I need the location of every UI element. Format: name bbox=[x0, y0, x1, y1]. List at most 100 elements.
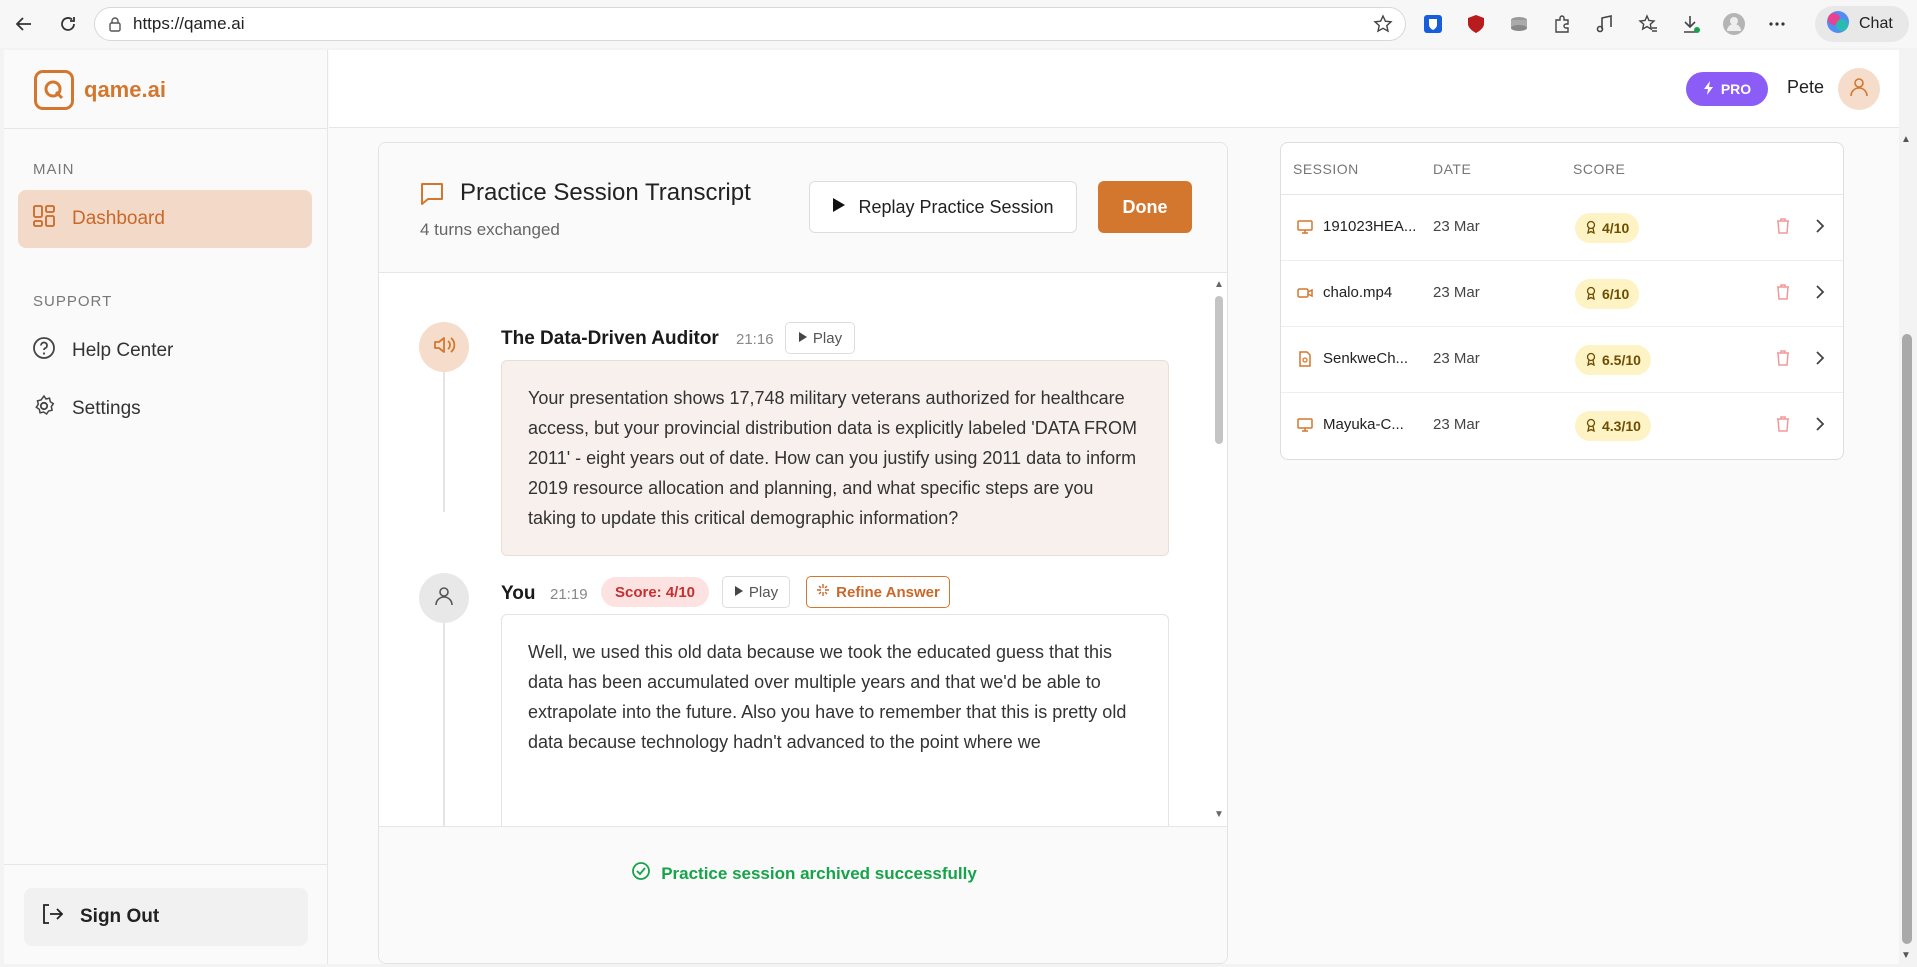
award-icon bbox=[1585, 286, 1597, 303]
thread-line bbox=[443, 372, 445, 512]
user-name: Pete bbox=[1787, 77, 1825, 97]
sparkle-icon bbox=[816, 583, 830, 601]
speaker-icon bbox=[432, 333, 456, 362]
session-score: 6.5/10 bbox=[1575, 345, 1651, 375]
chevron-right-icon[interactable] bbox=[1815, 350, 1825, 371]
session-score: 6/10 bbox=[1575, 279, 1640, 309]
shield-extension-icon[interactable] bbox=[1461, 9, 1491, 39]
message-time: 21:16 bbox=[736, 331, 774, 348]
browser-toolbar: https://qame.ai Chat bbox=[0, 0, 1917, 48]
scroll-up-icon[interactable]: ▲ bbox=[1901, 134, 1911, 145]
transcript-messages[interactable]: The Data-Driven Auditor 21:16 Play Your … bbox=[379, 274, 1227, 826]
table-row[interactable]: SenkweCh... 23 Mar 6.5/10 bbox=[1281, 327, 1843, 393]
message-author: You bbox=[501, 583, 536, 604]
trash-icon[interactable] bbox=[1775, 349, 1791, 372]
play-audio-button[interactable]: Play bbox=[722, 576, 790, 608]
column-header-date: DATE bbox=[1433, 161, 1472, 177]
url-text: https://qame.ai bbox=[133, 14, 245, 33]
database-extension-icon[interactable] bbox=[1504, 9, 1534, 39]
profile-icon[interactable] bbox=[1719, 9, 1749, 39]
transcript-title: Practice Session Transcript bbox=[460, 179, 751, 206]
address-bar[interactable]: https://qame.ai bbox=[94, 7, 1406, 41]
table-row[interactable]: chalo.mp4 23 Mar 6/10 bbox=[1281, 261, 1843, 327]
divider bbox=[4, 128, 328, 129]
sidebar-item-settings[interactable]: Settings bbox=[18, 380, 312, 438]
trash-icon[interactable] bbox=[1775, 415, 1791, 438]
score-badge: Score: 4/10 bbox=[601, 577, 709, 607]
scroll-up-icon[interactable]: ▲ bbox=[1214, 280, 1224, 290]
award-icon bbox=[1585, 220, 1597, 237]
session-date: 23 Mar bbox=[1433, 350, 1480, 367]
chat-bubble-icon bbox=[419, 181, 445, 212]
speaker-avatar bbox=[419, 322, 469, 372]
copilot-chat-button[interactable]: Chat bbox=[1815, 6, 1909, 42]
column-header-session: SESSION bbox=[1293, 161, 1359, 177]
video-icon bbox=[1297, 285, 1313, 306]
table-row[interactable]: Mayuka-C... 23 Mar 4.3/10 bbox=[1281, 393, 1843, 459]
trash-icon[interactable] bbox=[1775, 217, 1791, 240]
sidebar-item-label: Settings bbox=[72, 398, 141, 419]
logo-icon bbox=[34, 70, 74, 110]
user-icon bbox=[433, 585, 455, 612]
session-date: 23 Mar bbox=[1433, 416, 1480, 433]
chevron-right-icon[interactable] bbox=[1815, 218, 1825, 239]
session-date: 23 Mar bbox=[1433, 284, 1480, 301]
more-menu-icon[interactable] bbox=[1762, 9, 1792, 39]
user-avatar[interactable] bbox=[1838, 68, 1880, 110]
scroll-down-icon[interactable]: ▼ bbox=[1901, 950, 1911, 961]
check-circle-icon bbox=[631, 861, 651, 886]
top-bar: PRO Pete bbox=[329, 50, 1899, 128]
sidebar-item-label: Help Center bbox=[72, 340, 174, 361]
award-icon bbox=[1585, 418, 1597, 435]
play-icon bbox=[832, 197, 846, 218]
replay-session-button[interactable]: Replay Practice Session bbox=[809, 181, 1077, 233]
sidebar-item-help-center[interactable]: Help Center bbox=[18, 322, 312, 380]
table-row[interactable]: 191023HEA... 23 Mar 4/10 bbox=[1281, 195, 1843, 261]
trash-icon[interactable] bbox=[1775, 283, 1791, 306]
divider bbox=[4, 864, 328, 865]
favorite-star-icon[interactable] bbox=[1373, 14, 1393, 39]
column-header-score: SCORE bbox=[1573, 161, 1626, 177]
chevron-right-icon[interactable] bbox=[1815, 284, 1825, 305]
transcript-footer: Practice session archived successfully bbox=[379, 826, 1227, 963]
session-date: 23 Mar bbox=[1433, 218, 1480, 235]
password-manager-icon[interactable] bbox=[1418, 9, 1448, 39]
lock-icon bbox=[107, 16, 123, 32]
message-bubble: Well, we used this old data because we t… bbox=[501, 614, 1169, 826]
help-icon bbox=[32, 336, 56, 366]
logo-text: qame.ai bbox=[84, 77, 166, 102]
app-window: qame.ai MAIN Dashboard SUPPORT Help Cent… bbox=[4, 50, 1899, 964]
gear-icon bbox=[32, 394, 56, 424]
refresh-icon[interactable] bbox=[50, 6, 86, 42]
message-time: 21:19 bbox=[550, 586, 588, 603]
session-name: SenkweCh... bbox=[1323, 350, 1409, 367]
media-icon[interactable] bbox=[1590, 9, 1620, 39]
puzzle-extensions-icon[interactable] bbox=[1547, 9, 1577, 39]
done-button[interactable]: Done bbox=[1098, 181, 1192, 233]
section-label-support: SUPPORT bbox=[33, 293, 113, 310]
extension-icons bbox=[1418, 6, 1792, 42]
page-scroll-thumb[interactable] bbox=[1902, 334, 1912, 944]
pro-badge[interactable]: PRO bbox=[1686, 72, 1768, 106]
archived-status: Practice session archived successfully bbox=[379, 861, 1227, 886]
session-name: 191023HEA... bbox=[1323, 218, 1415, 235]
section-label-main: MAIN bbox=[33, 161, 75, 178]
chevron-right-icon[interactable] bbox=[1815, 416, 1825, 437]
session-name: chalo.mp4 bbox=[1323, 284, 1393, 301]
play-audio-button[interactable]: Play bbox=[785, 322, 855, 354]
copilot-icon bbox=[1825, 9, 1851, 40]
back-icon[interactable] bbox=[6, 6, 42, 42]
logo[interactable]: qame.ai bbox=[34, 70, 166, 110]
sidebar-item-dashboard[interactable]: Dashboard bbox=[18, 190, 312, 248]
scroll-down-icon[interactable]: ▼ bbox=[1214, 810, 1224, 820]
transcript-scroll-thumb[interactable] bbox=[1215, 296, 1223, 444]
session-score: 4/10 bbox=[1575, 213, 1640, 243]
sidebar: qame.ai MAIN Dashboard SUPPORT Help Cent… bbox=[4, 50, 328, 964]
sign-out-button[interactable]: Sign Out bbox=[24, 888, 308, 946]
favorites-icon[interactable] bbox=[1633, 9, 1663, 39]
downloads-icon[interactable] bbox=[1676, 9, 1706, 39]
play-icon bbox=[798, 330, 808, 347]
refine-answer-button[interactable]: Refine Answer bbox=[806, 576, 950, 608]
sessions-table: SESSION DATE SCORE 191023HEA... 23 Mar 4… bbox=[1280, 142, 1844, 460]
award-icon bbox=[1585, 352, 1597, 369]
